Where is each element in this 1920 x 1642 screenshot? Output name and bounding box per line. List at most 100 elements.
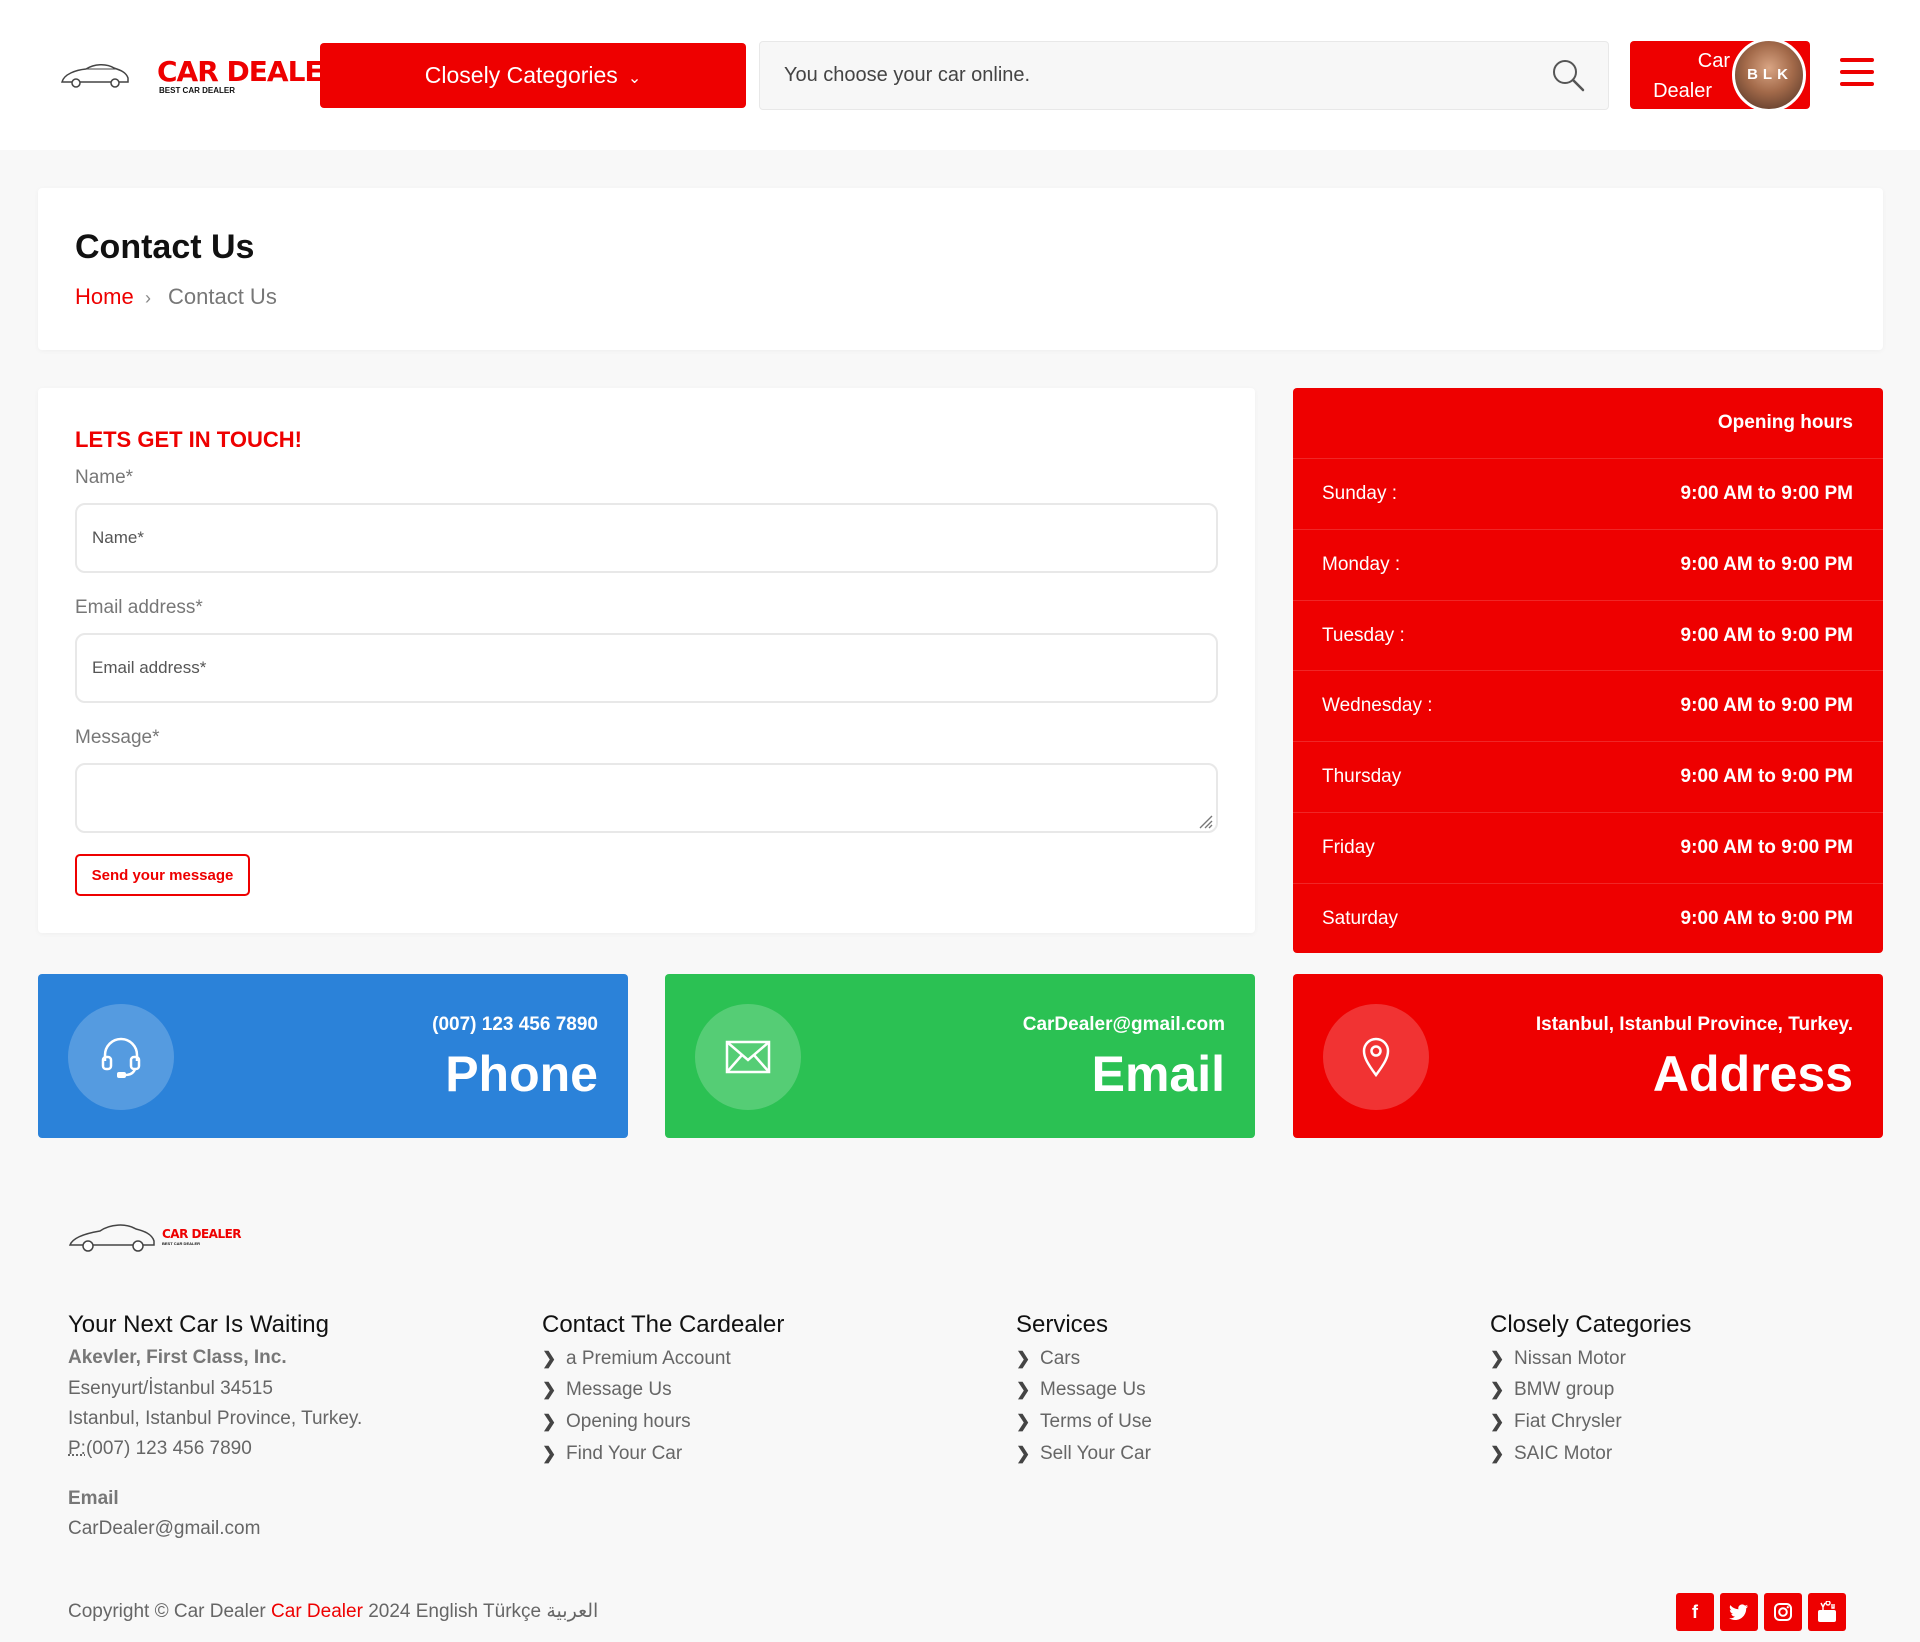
footer-logo-subtitle: BEST CAR DEALER — [162, 1241, 201, 1246]
footer-link[interactable]: ❯ Nissan Motor — [1490, 1343, 1626, 1375]
message-textarea[interactable] — [75, 763, 1218, 833]
footer-email-title: Email — [68, 1488, 119, 1509]
chevron-down-icon: ⌄ — [627, 69, 642, 87]
footer-address-line2: Istanbul, Istanbul Province, Turkey. — [68, 1408, 363, 1429]
address-contact-box[interactable]: Istanbul, Istanbul Province, Turkey. Add… — [1293, 974, 1883, 1138]
chevron-right-icon: ❯ — [1016, 1444, 1031, 1463]
breadcrumb-home-link[interactable]: Home — [75, 284, 134, 310]
footer-link-label: Message Us — [566, 1379, 672, 1400]
copyright-brand-link[interactable]: Car Dealer — [271, 1601, 363, 1622]
footer-col1-title: Your Next Car Is Waiting — [68, 1311, 329, 1338]
footer-phone[interactable]: P:(007) 123 456 7890 — [68, 1434, 252, 1464]
email-field[interactable] — [75, 633, 1218, 703]
footer-link[interactable]: ❯ Cars — [1016, 1343, 1080, 1375]
user-account-label: Car Dealer — [1640, 46, 1730, 106]
footer-car-logo-icon[interactable] — [68, 1218, 156, 1254]
page-title-card — [38, 188, 1883, 350]
hours-day: Friday — [1322, 837, 1375, 858]
email-placeholder: Email address* — [92, 658, 207, 677]
map-pin-icon — [1323, 1004, 1429, 1110]
footer-link[interactable]: ❯ Opening hours — [542, 1406, 691, 1438]
copyright-prefix: Copyright © Car Dealer — [68, 1601, 266, 1622]
footer-link[interactable]: ❯ Terms of Use — [1016, 1406, 1152, 1438]
chevron-right-icon: ❯ — [542, 1349, 557, 1368]
copyright-line: Copyright © Car Dealer Car Dealer 2024 E… — [68, 1598, 598, 1626]
name-field[interactable] — [75, 503, 1218, 573]
hours-day: Sunday : — [1322, 483, 1397, 504]
breadcrumb-separator-icon: › — [145, 288, 151, 308]
footer-address-line1: Esenyurt/İstanbul 34515 — [68, 1378, 273, 1399]
form-heading: LETS GET IN TOUCH! — [75, 427, 302, 452]
footer-link-label: Opening hours — [566, 1411, 691, 1432]
footer-email[interactable]: CarDealer@gmail.com — [68, 1514, 260, 1544]
language-english-link[interactable]: English — [416, 1601, 478, 1622]
footer-link-label: Nissan Motor — [1514, 1348, 1626, 1369]
hours-row: Thursday 9:00 AM to 9:00 PM — [1293, 741, 1883, 812]
footer-link-label: Find Your Car — [566, 1443, 683, 1464]
hours-row: Monday : 9:00 AM to 9:00 PM — [1293, 529, 1883, 600]
footer-phone-prefix: P: — [68, 1438, 86, 1459]
chevron-right-icon: ❯ — [1490, 1412, 1505, 1431]
footer-link[interactable]: ❯ Find Your Car — [542, 1438, 682, 1470]
footer-link[interactable]: ❯ Fiat Chrysler — [1490, 1406, 1622, 1438]
phone-contact-box[interactable]: (007) 123 456 7890 Phone — [38, 974, 628, 1138]
hours-time: 9:00 AM to 9:00 PM — [1680, 483, 1853, 504]
hours-time: 9:00 AM to 9:00 PM — [1680, 766, 1853, 787]
footer-link[interactable]: ❯ BMW group — [1490, 1374, 1614, 1406]
footer-link[interactable]: ❯ Message Us — [1016, 1374, 1146, 1406]
phone-number: (007) 123 456 7890 — [432, 1014, 598, 1035]
chevron-right-icon: ❯ — [1490, 1349, 1505, 1368]
hours-day: Thursday — [1322, 766, 1402, 787]
hours-row: Wednesday : 9:00 AM to 9:00 PM — [1293, 670, 1883, 741]
name-label: Name* — [75, 467, 134, 488]
language-arabic-link[interactable]: العربية — [546, 1601, 598, 1622]
email-label: Email address* — [75, 597, 203, 618]
footer-link-label: Fiat Chrysler — [1514, 1411, 1622, 1432]
opening-hours-title: Opening hours — [1717, 412, 1853, 433]
hours-day: Tuesday : — [1322, 625, 1405, 646]
hamburger-menu-icon[interactable] — [1840, 58, 1874, 88]
hours-row: Friday 9:00 AM to 9:00 PM — [1293, 812, 1883, 883]
hours-row: Saturday 9:00 AM to 9:00 PM — [1293, 883, 1883, 954]
footer-link[interactable]: ❯ Message Us — [542, 1374, 672, 1406]
message-label: Message* — [75, 727, 160, 748]
footer-link[interactable]: ❯ Sell Your Car — [1016, 1438, 1151, 1470]
chevron-right-icon: ❯ — [1016, 1412, 1031, 1431]
site-logo-text[interactable]: CAR DEALER — [157, 56, 344, 88]
categories-button-label: Closely Categories — [424, 62, 618, 88]
hours-row: Sunday : 9:00 AM to 9:00 PM — [1293, 458, 1883, 529]
site-logo-subtitle: BEST CAR DEALER — [159, 86, 236, 95]
chevron-right-icon: ❯ — [542, 1412, 557, 1431]
footer-phone-number: (007) 123 456 7890 — [85, 1438, 252, 1459]
envelope-icon — [695, 1004, 801, 1110]
chevron-right-icon: ❯ — [542, 1380, 557, 1399]
language-turkish-link[interactable]: Türkçe — [483, 1601, 541, 1622]
search-icon[interactable] — [1551, 58, 1585, 92]
twitter-icon[interactable] — [1720, 1593, 1758, 1631]
name-placeholder: Name* — [92, 528, 144, 547]
footer-logo-text[interactable]: CAR DEALER — [162, 1227, 242, 1241]
footer-link-label: Cars — [1040, 1348, 1081, 1369]
search-input[interactable]: You choose your car online. — [784, 62, 1030, 88]
footer-link-label: SAIC Motor — [1514, 1443, 1613, 1464]
send-message-button[interactable]: Send your message — [75, 854, 250, 896]
hours-time: 9:00 AM to 9:00 PM — [1680, 837, 1853, 858]
hours-day: Wednesday : — [1322, 695, 1433, 716]
chevron-right-icon: ❯ — [542, 1444, 557, 1463]
footer-link-label: a Premium Account — [566, 1348, 731, 1369]
youtube-icon[interactable] — [1808, 1593, 1846, 1631]
breadcrumb-current: Contact Us — [168, 284, 277, 309]
headset-icon — [68, 1004, 174, 1110]
categories-dropdown-button[interactable]: Closely Categories ⌄ — [320, 43, 746, 108]
resize-handle-icon[interactable] — [1196, 812, 1214, 830]
facebook-icon[interactable]: f — [1676, 1593, 1714, 1631]
instagram-icon[interactable] — [1764, 1593, 1802, 1631]
hours-day: Saturday — [1322, 908, 1399, 929]
address-text: Istanbul, Istanbul Province, Turkey. — [1535, 1014, 1853, 1035]
footer-company: Akevler, First Class, Inc. — [68, 1347, 287, 1368]
email-contact-box[interactable]: CarDealer@gmail.com Email — [665, 974, 1255, 1138]
footer-link[interactable]: ❯ SAIC Motor — [1490, 1438, 1612, 1470]
footer-link[interactable]: ❯ a Premium Account — [542, 1343, 731, 1375]
user-label-line2: Dealer — [1653, 80, 1712, 102]
car-logo-icon[interactable] — [60, 58, 130, 92]
